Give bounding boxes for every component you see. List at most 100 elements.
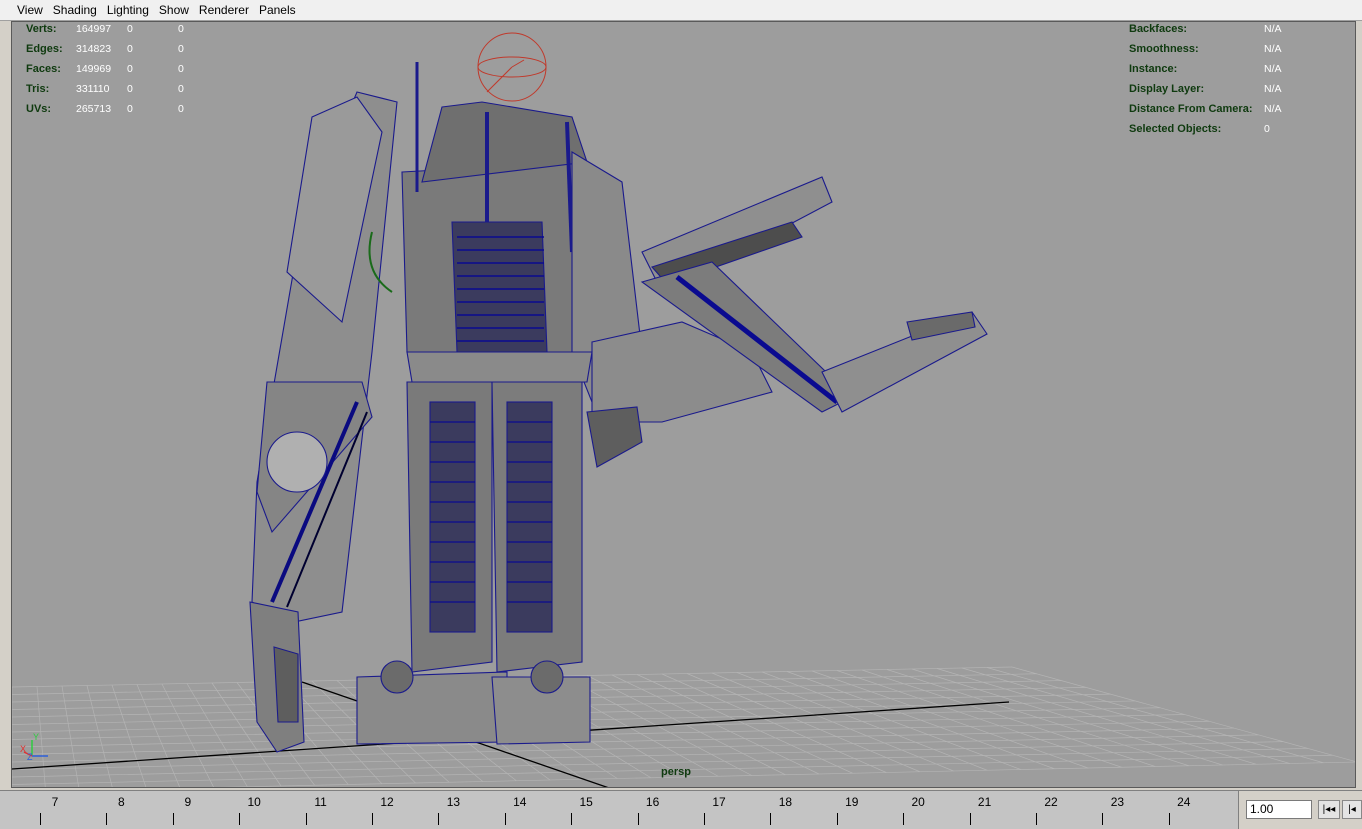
frame-tick <box>903 813 905 825</box>
hud-label: Selected Objects: <box>1129 123 1222 135</box>
grid-line <box>61 685 80 787</box>
hud-value: N/A <box>1264 63 1282 75</box>
hud-uvs: UVs: 265713 0 0 <box>26 99 226 119</box>
frame-tick <box>1168 813 1170 825</box>
hud-value: 0 <box>127 103 133 115</box>
hud-selected-objects: Selected Objects: 0 <box>1129 119 1349 139</box>
hud-value: N/A <box>1264 23 1282 35</box>
hud-value: 0 <box>127 23 133 35</box>
frame-label: 11 <box>314 795 327 809</box>
hud-label: Faces: <box>26 63 61 75</box>
frame-tick <box>969 813 971 825</box>
menu-panels[interactable]: Panels <box>254 0 301 21</box>
hud-value: 149969 <box>76 63 112 75</box>
hud-value: 331110 <box>76 83 110 95</box>
grid-line <box>12 748 1308 778</box>
hud-label: Smoothness: <box>1129 43 1199 55</box>
menu-shading[interactable]: Shading <box>48 0 102 21</box>
axis-label-z: Z <box>27 752 33 762</box>
hud-label: Distance From Camera: <box>1129 103 1253 115</box>
frame-label: 12 <box>380 795 394 809</box>
hud-value: 164997 <box>76 23 112 35</box>
step-back-button[interactable]: |◂ <box>1342 800 1362 819</box>
camera-name-label: persp <box>661 766 691 778</box>
hud-label: Edges: <box>26 43 63 55</box>
menu-lighting[interactable]: Lighting <box>102 0 154 21</box>
rotate-manipulator <box>477 32 547 102</box>
axis-gizmo-icon: Y X Z <box>20 732 48 762</box>
hud-value: 0 <box>178 63 184 75</box>
hud-label: UVs: <box>26 103 52 115</box>
hud-value: 0 <box>178 103 184 115</box>
frame-tick <box>704 813 705 825</box>
axis-label-x: X <box>20 744 26 754</box>
hud-faces: Faces: 149969 0 0 <box>26 59 226 79</box>
hud-object-details: Backfaces: N/A Smoothness: N/A Instance:… <box>1129 22 1349 139</box>
hud-value: 0 <box>127 83 133 95</box>
hud-display-layer: Display Layer: N/A <box>1129 79 1349 99</box>
frame-label: 22 <box>1044 795 1058 809</box>
current-time-field[interactable]: 1.00 <box>1246 800 1312 819</box>
hud-verts: Verts: 164997 0 0 <box>26 22 226 39</box>
frame-label: 8 <box>118 795 125 809</box>
frame-tick <box>1036 813 1037 825</box>
hud-value: N/A <box>1264 83 1282 95</box>
go-to-start-button[interactable]: |◂◂ <box>1318 800 1340 819</box>
menu-view[interactable]: View <box>12 0 48 21</box>
frame-label: 18 <box>778 795 793 809</box>
grid-line <box>12 734 1259 763</box>
frame-tick <box>438 813 440 825</box>
axis-label-y: Y <box>33 732 39 742</box>
hud-edges: Edges: 314823 0 0 <box>26 39 226 59</box>
grid-line <box>12 714 1185 740</box>
hud-label: Backfaces: <box>1129 23 1188 35</box>
frame-label: 23 <box>1110 795 1125 809</box>
frame-tick <box>372 813 373 825</box>
hud-label: Instance: <box>1129 63 1178 75</box>
frame-tick <box>172 813 174 825</box>
frame-tick <box>40 813 41 825</box>
frame-label: 7 <box>51 795 59 809</box>
frame-label: 10 <box>247 795 261 809</box>
frame-label: 15 <box>579 795 593 809</box>
frame-tick <box>504 813 506 825</box>
frame-label: 24 <box>1177 795 1191 809</box>
grid-line <box>12 720 1210 748</box>
frame-tick <box>770 813 772 825</box>
frame-label: 14 <box>513 795 527 809</box>
hud-value: 0 <box>127 63 133 75</box>
frame-label: 9 <box>184 795 192 809</box>
frame-tick <box>836 813 838 825</box>
frame-tick <box>571 813 573 825</box>
frame-tick <box>637 813 639 825</box>
hud-value: 265713 <box>76 103 112 115</box>
time-slider: 7 8 9 10 11 12 13 14 15 16 17 18 19 20 21 22 23 24 1.00 |… <box>0 790 1362 829</box>
hud-value: 0 <box>127 43 133 55</box>
frame-tick <box>305 813 307 825</box>
robot-model <box>249 62 988 753</box>
frame-label: 17 <box>712 795 726 809</box>
panel-menubar: View Shading Lighting Show Renderer Pane… <box>0 0 1362 21</box>
frame-tick <box>106 813 108 825</box>
grid-line <box>86 685 113 787</box>
hud-backfaces: Backfaces: N/A <box>1129 22 1349 39</box>
menu-show[interactable]: Show <box>154 0 194 21</box>
hud-label: Display Layer: <box>1129 83 1205 95</box>
hud-label: Tris: <box>26 83 50 95</box>
hud-value: N/A <box>1264 43 1282 55</box>
hud-value: 0 <box>178 83 184 95</box>
frame-tick <box>239 813 241 825</box>
hud-poly-count: Verts: 164997 0 0 Edges: 314823 0 0 Face… <box>26 22 226 119</box>
frame-tick <box>1102 813 1104 825</box>
hud-label: Verts: <box>26 23 57 35</box>
perspective-viewport[interactable]: Verts: 164997 0 0 Edges: 314823 0 0 Face… <box>11 21 1356 788</box>
hud-value: 0 <box>178 43 184 55</box>
frame-label: 21 <box>977 795 992 809</box>
menu-renderer[interactable]: Renderer <box>194 0 254 21</box>
hud-tris: Tris: 331110 0 0 <box>26 79 226 99</box>
hud-value: N/A <box>1264 103 1282 115</box>
frame-label: 19 <box>845 795 859 809</box>
time-ruler[interactable]: 7 8 9 10 11 12 13 14 15 16 17 18 19 20 21 22 23 24 <box>0 791 1239 829</box>
hud-value: 314823 <box>76 43 112 55</box>
hud-smoothness: Smoothness: N/A <box>1129 39 1349 59</box>
